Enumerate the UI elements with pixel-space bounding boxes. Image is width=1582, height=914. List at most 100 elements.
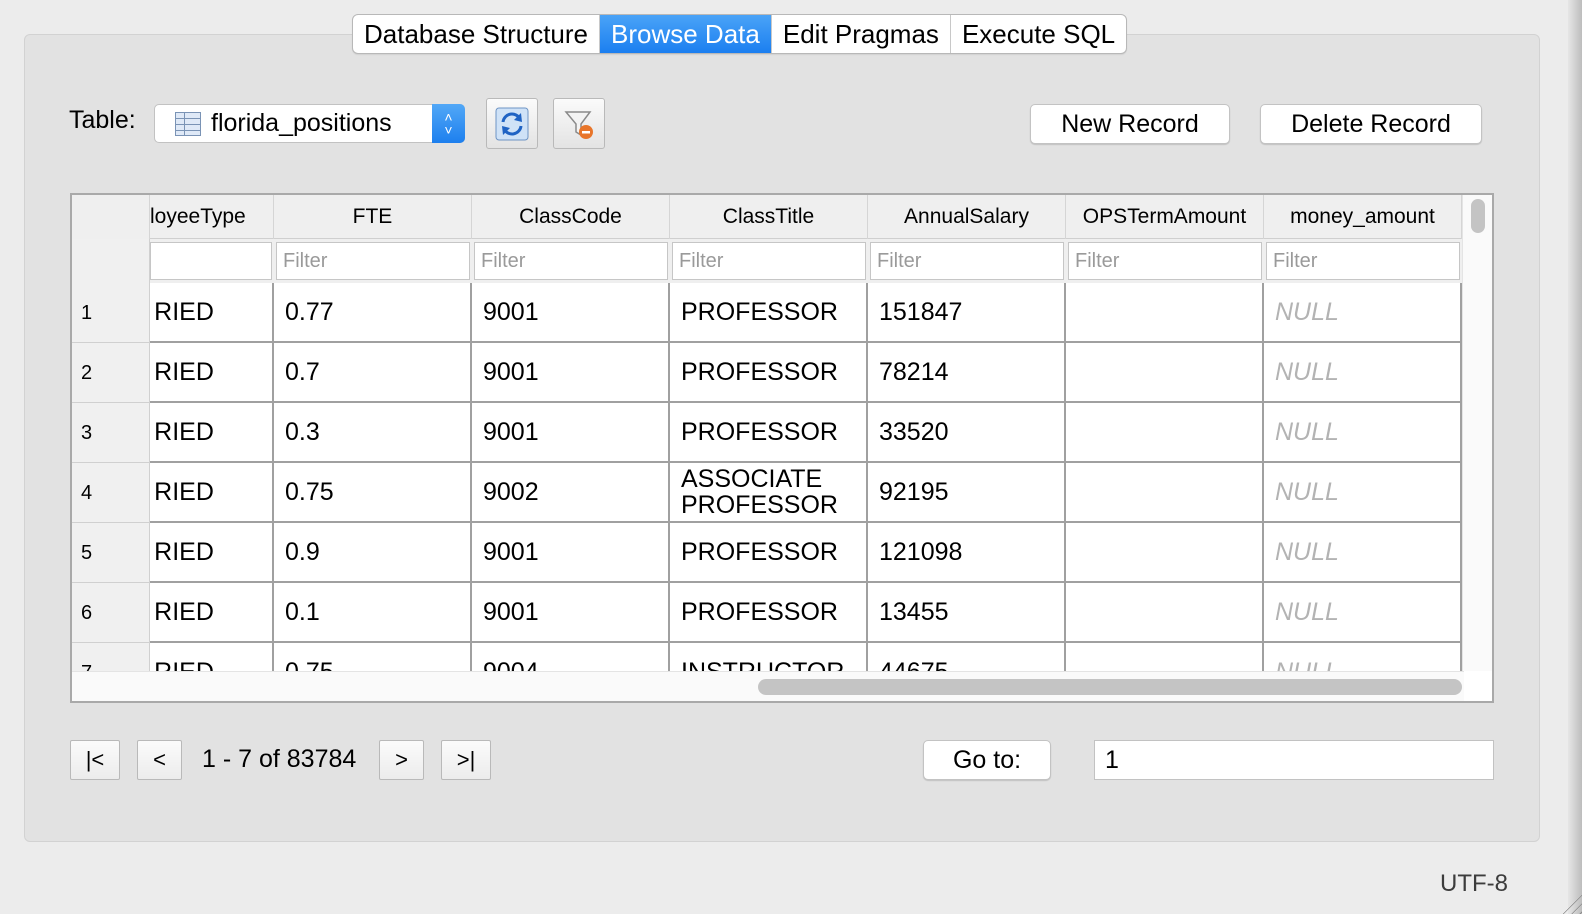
header-row: loyeeType FTE ClassCode ClassTitle Annua… [72, 195, 1462, 239]
horizontal-scrollbar-thumb[interactable] [758, 679, 1462, 695]
filter-input-classcode[interactable] [474, 242, 668, 280]
filter-input-annualsalary[interactable] [870, 242, 1064, 280]
table-row[interactable]: 5 RIED 0.9 9001 PROFESSOR 121098 NULL [72, 523, 1462, 583]
refresh-button[interactable] [486, 98, 538, 149]
row-number[interactable]: 5 [72, 523, 150, 583]
new-record-button[interactable]: New Record [1030, 104, 1230, 144]
last-page-button[interactable]: >| [441, 740, 491, 780]
row-number[interactable]: 4 [72, 463, 150, 523]
filter-input-fte[interactable] [276, 242, 470, 280]
previous-page-button[interactable]: < [137, 740, 182, 780]
filter-input-classtitle[interactable] [672, 242, 866, 280]
row-number[interactable]: 1 [72, 283, 150, 343]
table-row[interactable]: 1 RIED 0.77 9001 PROFESSOR 151847 NULL [72, 283, 1462, 343]
filter-input-opstermamount[interactable] [1068, 242, 1262, 280]
table-row[interactable]: 3 RIED 0.3 9001 PROFESSOR 33520 NULL [72, 403, 1462, 463]
page-info: 1 - 7 of 83784 [202, 745, 357, 773]
filter-input-money-amount[interactable] [1266, 242, 1460, 280]
cell-employee-type[interactable]: RIED [150, 643, 274, 671]
horizontal-scrollbar[interactable] [72, 671, 1464, 701]
cell-opstermamount[interactable] [1066, 283, 1264, 343]
cell-opstermamount[interactable] [1066, 403, 1264, 463]
cell-classcode[interactable]: 9001 [472, 523, 670, 583]
cell-annualsalary[interactable]: 92195 [868, 463, 1066, 523]
cell-fte[interactable]: 0.9 [274, 523, 472, 583]
cell-classtitle[interactable]: INSTRUCTOR [670, 643, 868, 671]
table-row[interactable]: 4 RIED 0.75 9002 ASSOCIATE PROFESSOR 92195 NU… [72, 463, 1462, 523]
cell-classcode[interactable]: 9001 [472, 283, 670, 343]
cell-fte[interactable]: 0.1 [274, 583, 472, 643]
cell-money-amount[interactable]: NULL [1264, 403, 1462, 463]
cell-money-amount[interactable]: NULL [1264, 523, 1462, 583]
cell-fte[interactable]: 0.7 [274, 343, 472, 403]
column-header-classtitle[interactable]: ClassTitle [670, 195, 868, 239]
column-header-money-amount[interactable]: money_amount [1264, 195, 1462, 239]
cell-annualsalary[interactable]: 121098 [868, 523, 1066, 583]
cell-employee-type[interactable]: RIED [150, 583, 274, 643]
table-row[interactable]: 7 RIED0.759004INSTRUCTOR44675 NULL [72, 643, 1462, 671]
cell-money-amount[interactable]: NULL [1264, 583, 1462, 643]
go-to-button[interactable]: Go to: [923, 740, 1051, 780]
row-number[interactable]: 7 [72, 643, 150, 671]
cell-employee-type[interactable]: RIED [150, 463, 274, 523]
cell-money-amount[interactable]: NULL [1264, 283, 1462, 343]
chevron-up-down-icon[interactable]: ˄ ˅ [432, 104, 465, 143]
cell-annualsalary[interactable]: 151847 [868, 283, 1066, 343]
cell-classtitle[interactable]: PROFESSOR [670, 523, 868, 583]
column-header-opstermamount[interactable]: OPSTermAmount [1066, 195, 1264, 239]
cell-classcode[interactable]: 9001 [472, 583, 670, 643]
table-row[interactable]: 6 RIED 0.1 9001 PROFESSOR 13455 NULL [72, 583, 1462, 643]
cell-employee-type[interactable]: RIED [150, 523, 274, 583]
cell-money-amount[interactable]: NULL [1264, 643, 1462, 671]
table-row[interactable]: 2 RIED 0.7 9001 PROFESSOR 78214 NULL [72, 343, 1462, 403]
cell-annualsalary[interactable]: 44675 [868, 643, 1066, 671]
cell-classcode[interactable]: 9002 [472, 463, 670, 523]
table-select[interactable]: florida_positions ˄ ˅ [154, 104, 465, 143]
cell-fte[interactable]: 0.75 [274, 643, 472, 671]
cell-employee-type[interactable]: RIED [150, 403, 274, 463]
cell-opstermamount[interactable] [1066, 523, 1264, 583]
cell-fte[interactable]: 0.75 [274, 463, 472, 523]
tab-execute-sql[interactable]: Execute SQL [951, 15, 1126, 53]
cell-employee-type[interactable]: RIED [150, 283, 274, 343]
cell-annualsalary[interactable]: 78214 [868, 343, 1066, 403]
column-header-classcode[interactable]: ClassCode [472, 195, 670, 239]
cell-classtitle[interactable]: PROFESSOR [670, 583, 868, 643]
column-header-employee-type[interactable]: loyeeType [150, 195, 274, 239]
cell-classtitle[interactable]: PROFESSOR [670, 343, 868, 403]
cell-classcode[interactable]: 9001 [472, 403, 670, 463]
tab-edit-pragmas[interactable]: Edit Pragmas [772, 15, 951, 53]
vertical-scrollbar[interactable] [1462, 195, 1492, 671]
cell-classtitle[interactable]: ASSOCIATE PROFESSOR [670, 463, 868, 523]
cell-opstermamount[interactable] [1066, 343, 1264, 403]
cell-classcode[interactable]: 9004 [472, 643, 670, 671]
next-page-button[interactable]: > [379, 740, 424, 780]
cell-opstermamount[interactable] [1066, 643, 1264, 671]
vertical-scrollbar-thumb[interactable] [1471, 199, 1485, 233]
go-to-input[interactable] [1094, 740, 1494, 780]
grid-viewport: loyeeType FTE ClassCode ClassTitle Annua… [72, 195, 1462, 671]
clear-filters-button[interactable] [553, 98, 605, 149]
delete-record-button[interactable]: Delete Record [1260, 104, 1482, 144]
column-header-annualsalary[interactable]: AnnualSalary [868, 195, 1066, 239]
cell-opstermamount[interactable] [1066, 463, 1264, 523]
cell-classtitle[interactable]: PROFESSOR [670, 403, 868, 463]
first-page-button[interactable]: |< [70, 740, 120, 780]
cell-fte[interactable]: 0.77 [274, 283, 472, 343]
cell-employee-type[interactable]: RIED [150, 343, 274, 403]
cell-opstermamount[interactable] [1066, 583, 1264, 643]
filter-input-employee-type[interactable] [150, 242, 272, 280]
row-number[interactable]: 2 [72, 343, 150, 403]
tab-browse-data[interactable]: Browse Data [600, 15, 772, 53]
row-number[interactable]: 6 [72, 583, 150, 643]
row-number[interactable]: 3 [72, 403, 150, 463]
column-header-fte[interactable]: FTE [274, 195, 472, 239]
cell-classcode[interactable]: 9001 [472, 343, 670, 403]
tab-database-structure[interactable]: Database Structure [353, 15, 601, 53]
cell-annualsalary[interactable]: 33520 [868, 403, 1066, 463]
cell-money-amount[interactable]: NULL [1264, 463, 1462, 523]
cell-annualsalary[interactable]: 13455 [868, 583, 1066, 643]
cell-classtitle[interactable]: PROFESSOR [670, 283, 868, 343]
cell-money-amount[interactable]: NULL [1264, 343, 1462, 403]
cell-fte[interactable]: 0.3 [274, 403, 472, 463]
